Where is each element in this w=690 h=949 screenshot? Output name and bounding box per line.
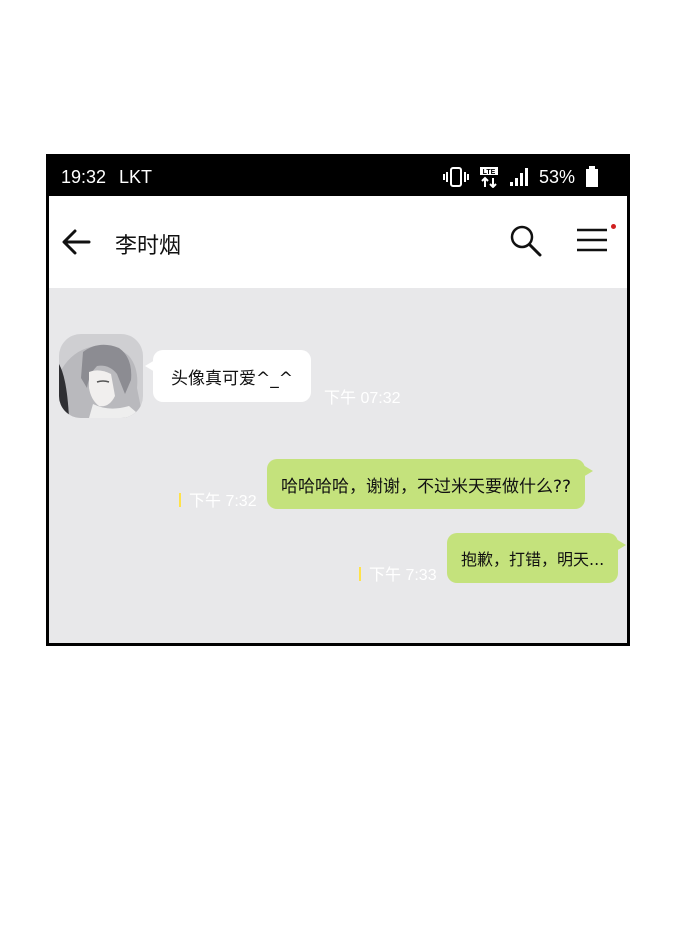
- message-time-row: 下午 7:33: [359, 561, 437, 585]
- message-text: 抱歉，打错，明天...: [461, 550, 605, 569]
- message-time: 下午 7:33: [369, 567, 437, 584]
- battery-icon: [586, 166, 598, 187]
- chat-title: 李时烟: [115, 234, 182, 259]
- message-text: 哈哈哈哈，谢谢，不过米天要做什么??: [281, 476, 572, 497]
- vibrate-icon: [442, 167, 469, 187]
- chat-header: 李时烟: [49, 196, 627, 288]
- message-time-row: 下午 7:32: [179, 487, 257, 511]
- message-time: 下午 07:32: [324, 390, 401, 407]
- lte-icon: LTE: [479, 167, 498, 188]
- message-time: 下午 7:32: [189, 493, 257, 510]
- message-text: 头像真可爱^_^: [171, 368, 293, 389]
- battery-percent: 53%: [538, 166, 575, 187]
- status-icons: LTE 53%: [442, 166, 599, 188]
- contact-avatar[interactable]: [59, 334, 143, 418]
- status-bar: 19:32 LKT LTE 53%: [49, 157, 627, 196]
- status-carrier: LKT: [119, 167, 153, 187]
- read-indicator: [359, 567, 361, 581]
- incoming-message[interactable]: 头像真可爱^_^: [145, 350, 311, 402]
- lte-label: LTE: [483, 169, 496, 176]
- phone-screen: 19:32 LKT LTE 53% 李时烟 头像真可爱^_^ 下午 07:32 …: [46, 154, 630, 646]
- menu-icon[interactable]: [573, 222, 613, 258]
- signal-icon: [509, 168, 528, 186]
- outgoing-message[interactable]: 抱歉，打错，明天...: [447, 533, 627, 583]
- back-arrow-icon[interactable]: [59, 224, 95, 260]
- chat-messages[interactable]: 头像真可爱^_^ 下午 07:32 下午 7:32 哈哈哈哈，谢谢，不过米天要做…: [49, 288, 627, 643]
- outgoing-message[interactable]: 哈哈哈哈，谢谢，不过米天要做什么??: [267, 459, 594, 509]
- status-time: 19:32: [61, 167, 107, 187]
- notification-dot: [611, 224, 616, 229]
- search-icon[interactable]: [509, 224, 543, 258]
- read-indicator: [179, 493, 181, 507]
